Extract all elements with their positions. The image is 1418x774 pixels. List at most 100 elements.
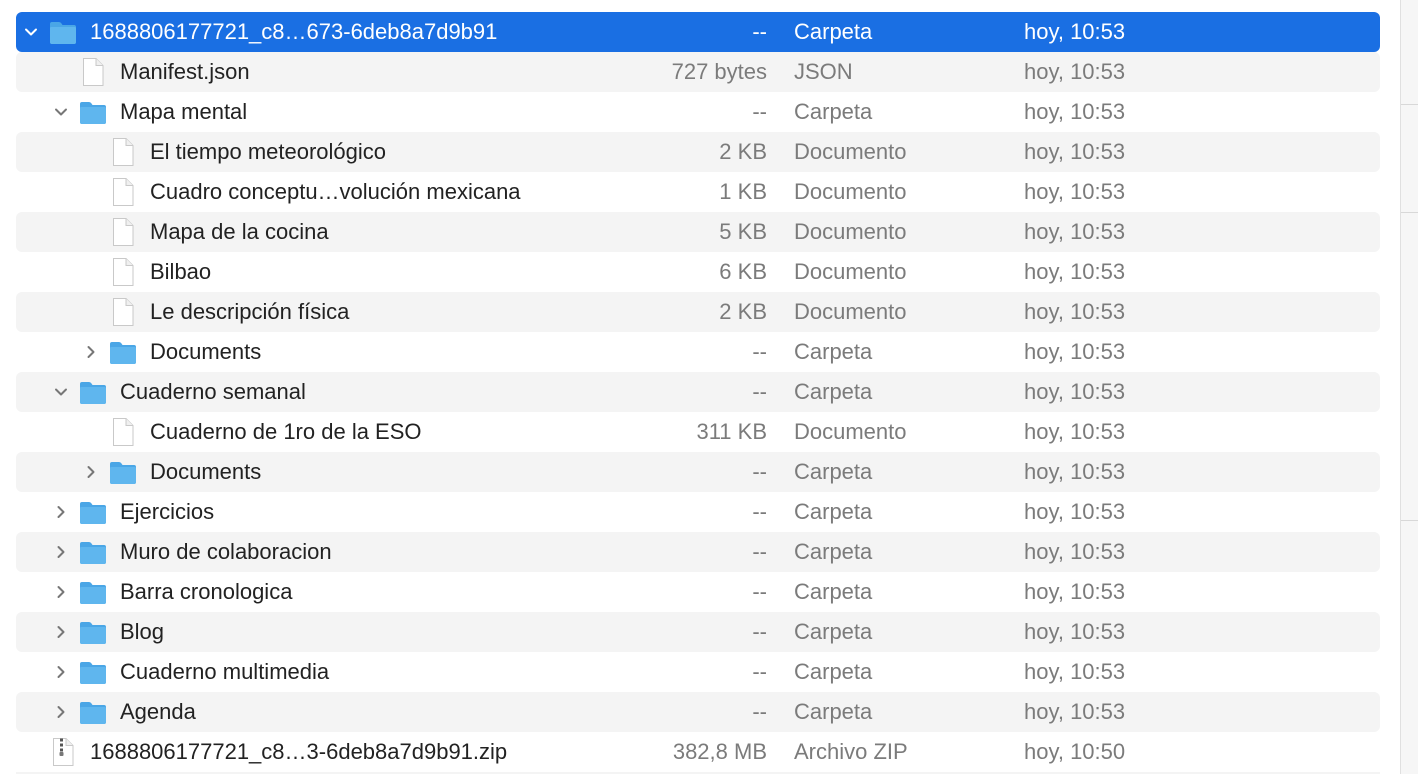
item-name: Manifest.json: [120, 59, 250, 84]
item-kind: Carpeta: [794, 659, 873, 684]
item-size: --: [752, 379, 767, 404]
document-icon: [108, 257, 138, 287]
item-size: 2 KB: [719, 139, 767, 164]
item-date-modified: hoy, 10:53: [1024, 499, 1126, 524]
folder-row[interactable]: Documents -- Carpeta hoy, 10:53: [16, 332, 1380, 372]
item-size: 6 KB: [719, 259, 767, 284]
item-date-modified: hoy, 10:53: [1024, 579, 1126, 604]
document-icon: [108, 177, 138, 207]
folder-row[interactable]: Documents -- Carpeta hoy, 10:53: [16, 452, 1380, 492]
disclosure-expanded-icon[interactable]: [50, 372, 72, 412]
item-size: --: [752, 699, 767, 724]
disclosure-collapsed-icon[interactable]: [50, 572, 72, 612]
folder-row[interactable]: Agenda -- Carpeta hoy, 10:53: [16, 692, 1380, 732]
item-size: --: [752, 579, 767, 604]
item-kind: Carpeta: [794, 499, 873, 524]
folder-icon: [78, 617, 108, 647]
item-size: 727 bytes: [671, 59, 767, 84]
edge-divider: [1401, 520, 1418, 521]
item-kind: Documento: [794, 219, 907, 244]
zip-file-row[interactable]: 1688806177721_c8…3-6deb8a7d9b91.zip 382,8…: [16, 732, 1380, 772]
file-row[interactable]: Manifest.json 727 bytes JSON hoy, 10:53: [16, 52, 1380, 92]
edge-divider: [1401, 212, 1418, 213]
item-date-modified: hoy, 10:53: [1024, 619, 1126, 644]
folder-row[interactable]: Ejercicios -- Carpeta hoy, 10:53: [16, 492, 1380, 532]
item-name: 1688806177721_c8…3-6deb8a7d9b91.zip: [90, 739, 508, 764]
item-name: Bilbao: [150, 259, 212, 284]
folder-icon: [108, 337, 138, 367]
item-kind: Carpeta: [794, 619, 873, 644]
item-date-modified: hoy, 10:53: [1024, 659, 1126, 684]
item-size: --: [752, 659, 767, 684]
item-size: --: [752, 459, 767, 484]
item-size: 382,8 MB: [672, 739, 767, 764]
folder-row[interactable]: Muro de colaboracion -- Carpeta hoy, 10:53: [16, 532, 1380, 572]
disclosure-collapsed-icon[interactable]: [50, 532, 72, 572]
file-row[interactable]: Cuadro conceptu…volución mexicana 1 KB Doc…: [16, 172, 1380, 212]
item-size: --: [752, 499, 767, 524]
zip-archive-icon: [48, 737, 78, 767]
document-icon: [108, 217, 138, 247]
item-size: 5 KB: [719, 219, 767, 244]
file-list[interactable]: 1688806177721_c8…673-6deb8a7d9b91 -- Carpe…: [16, 12, 1380, 772]
item-size: --: [752, 19, 767, 44]
item-name: Muro de colaboracion: [120, 539, 332, 564]
file-row[interactable]: Mapa de la cocina 5 KB Documento hoy, 10:53: [16, 212, 1380, 252]
item-kind: Documento: [794, 259, 907, 284]
item-name: Agenda: [120, 699, 196, 724]
item-name: Documents: [150, 459, 262, 484]
folder-icon: [78, 377, 108, 407]
file-row[interactable]: El tiempo meteorológico 2 KB Documento hoy,…: [16, 132, 1380, 172]
item-name: Cuaderno de 1ro de la ESO: [150, 419, 422, 444]
folder-row[interactable]: Blog -- Carpeta hoy, 10:53: [16, 612, 1380, 652]
folder-row[interactable]: 1688806177721_c8…673-6deb8a7d9b91 -- Carpe…: [16, 12, 1380, 52]
disclosure-collapsed-icon[interactable]: [50, 492, 72, 532]
document-icon: [108, 137, 138, 167]
item-kind: Archivo ZIP: [794, 739, 908, 764]
item-name: Cuaderno multimedia: [120, 659, 330, 684]
item-date-modified: hoy, 10:53: [1024, 539, 1126, 564]
file-row[interactable]: Bilbao 6 KB Documento hoy, 10:53: [16, 252, 1380, 292]
folder-row[interactable]: Mapa mental -- Carpeta hoy, 10:53: [16, 92, 1380, 132]
item-name: Blog: [120, 619, 165, 644]
item-size: --: [752, 539, 767, 564]
item-kind: Documento: [794, 419, 907, 444]
disclosure-collapsed-icon[interactable]: [80, 452, 102, 492]
item-name: Mapa de la cocina: [150, 219, 329, 244]
disclosure-collapsed-icon[interactable]: [80, 332, 102, 372]
item-date-modified: hoy, 10:53: [1024, 99, 1126, 124]
item-size: --: [752, 339, 767, 364]
disclosure-expanded-icon[interactable]: [50, 92, 72, 132]
folder-icon: [78, 657, 108, 687]
document-icon: [78, 57, 108, 87]
disclosure-collapsed-icon[interactable]: [50, 612, 72, 652]
disclosure-collapsed-icon[interactable]: [50, 692, 72, 732]
item-date-modified: hoy, 10:53: [1024, 699, 1126, 724]
item-name: Barra cronologica: [120, 579, 293, 604]
item-name: Documents: [150, 339, 262, 364]
folder-row[interactable]: Barra cronologica -- Carpeta hoy, 10:53: [16, 572, 1380, 612]
disclosure-collapsed-icon[interactable]: [50, 652, 72, 692]
item-date-modified: hoy, 10:53: [1024, 339, 1126, 364]
file-row[interactable]: Le descripción física 2 KB Documento hoy, 1…: [16, 292, 1380, 332]
item-date-modified: hoy, 10:50: [1024, 739, 1126, 764]
item-name: Cuadro conceptu…volución mexicana: [150, 179, 521, 204]
item-size: 311 KB: [696, 419, 767, 444]
folder-icon: [78, 497, 108, 527]
item-kind: JSON: [794, 59, 853, 84]
item-date-modified: hoy, 10:53: [1024, 19, 1126, 44]
item-name: Le descripción física: [150, 299, 350, 324]
window-edge: [1400, 0, 1418, 774]
item-date-modified: hoy, 10:53: [1024, 179, 1126, 204]
item-date-modified: hoy, 10:53: [1024, 219, 1126, 244]
item-kind: Carpeta: [794, 579, 873, 604]
folder-row[interactable]: Cuaderno multimedia -- Carpeta hoy, 10:53: [16, 652, 1380, 692]
folder-row[interactable]: Cuaderno semanal -- Carpeta hoy, 10:53: [16, 372, 1380, 412]
item-kind: Carpeta: [794, 459, 873, 484]
item-date-modified: hoy, 10:53: [1024, 459, 1126, 484]
file-row[interactable]: Cuaderno de 1ro de la ESO 311 KB Documento…: [16, 412, 1380, 452]
disclosure-expanded-icon[interactable]: [20, 12, 42, 52]
item-size: --: [752, 99, 767, 124]
item-name: El tiempo meteorológico: [150, 139, 387, 164]
item-kind: Carpeta: [794, 539, 873, 564]
